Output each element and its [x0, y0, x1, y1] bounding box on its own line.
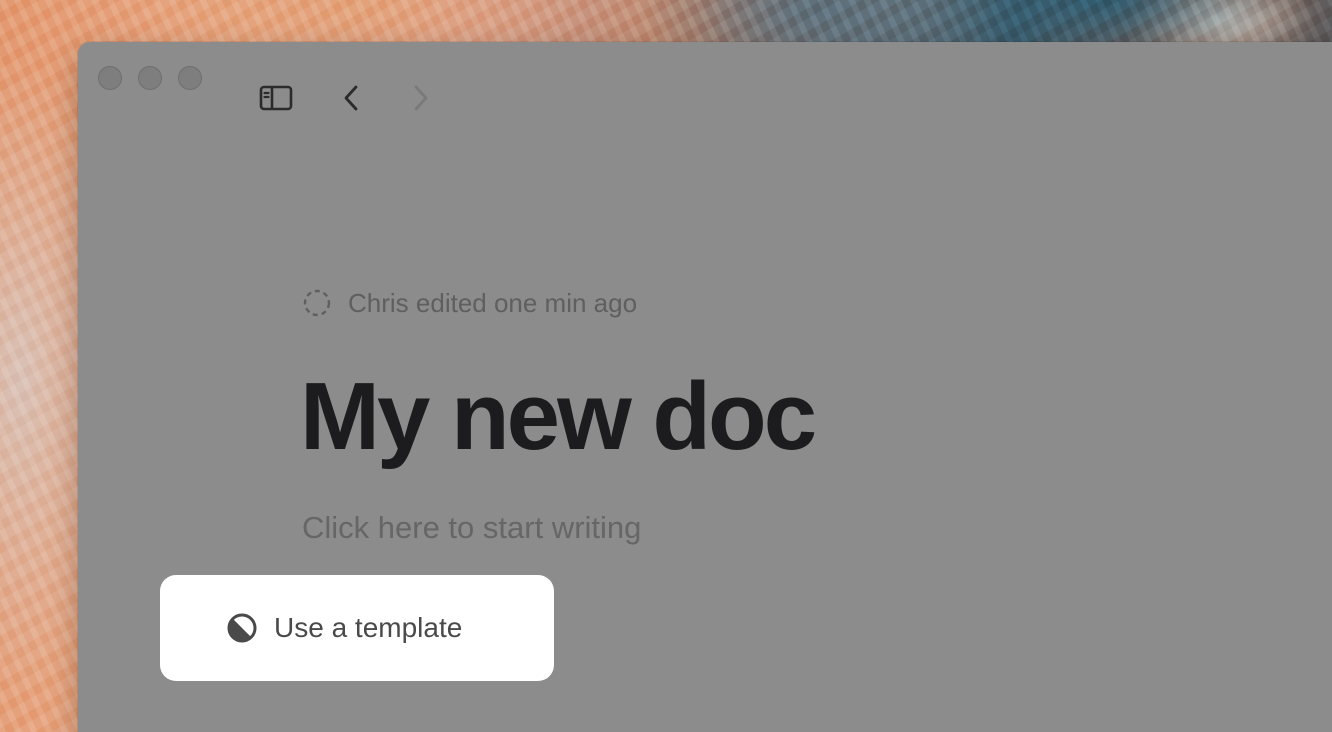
window-zoom-button[interactable]: [178, 66, 202, 90]
sidebar-toggle-icon: [259, 85, 293, 111]
half-circle-icon: [227, 613, 257, 643]
back-button[interactable]: [332, 78, 372, 118]
dashed-circle-icon: [303, 289, 331, 317]
window-close-button[interactable]: [98, 66, 122, 90]
window-minimize-button[interactable]: [138, 66, 162, 90]
chevron-left-icon: [344, 85, 358, 111]
chevron-right-icon: [414, 85, 428, 111]
edited-status: Chris edited one min ago: [302, 288, 637, 318]
document-body-placeholder[interactable]: Click here to start writing: [302, 510, 641, 546]
forward-button[interactable]: [400, 78, 440, 118]
edited-status-text: Chris edited one min ago: [348, 287, 638, 318]
toggle-sidebar-button[interactable]: [256, 78, 296, 118]
document-title[interactable]: My new doc: [300, 362, 817, 472]
desktop-wallpaper: Chris edited one min ago My new doc Clic…: [0, 0, 1332, 732]
use-template-label: Use a template: [274, 612, 463, 643]
use-template-button[interactable]: Use a template: [160, 575, 554, 681]
